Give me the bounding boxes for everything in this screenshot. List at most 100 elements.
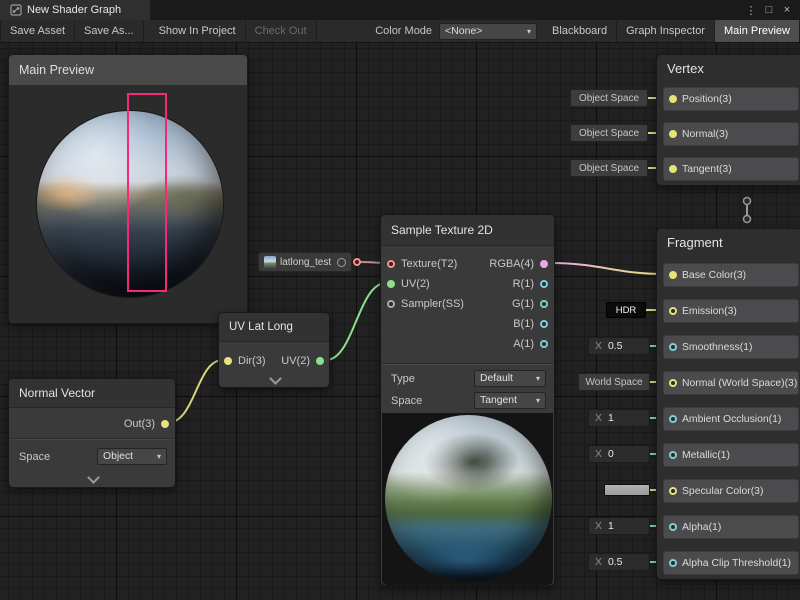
main-preview-button[interactable]: Main Preview — [715, 20, 800, 42]
graph-inspector-button[interactable]: Graph Inspector — [617, 20, 715, 42]
block-emission[interactable]: Emission(3) — [663, 299, 799, 323]
uv-lat-long-title[interactable]: UV Lat Long — [219, 313, 329, 342]
block-metallic[interactable]: Metallic(1) — [663, 443, 799, 467]
port-b-icon[interactable] — [540, 320, 548, 328]
main-preview-header[interactable]: Main Preview — [9, 55, 247, 85]
output-out[interactable]: Out(3) — [124, 414, 169, 434]
vertex-node-title[interactable]: Vertex — [657, 55, 800, 83]
alpha-field[interactable]: X 1 — [588, 517, 650, 535]
port-a-icon[interactable] — [540, 340, 548, 348]
input-uv[interactable]: UV(2) — [387, 274, 430, 294]
port-texture-icon[interactable] — [387, 260, 395, 268]
output-r[interactable]: R(1) — [513, 274, 548, 294]
collapse-chevron-icon[interactable] — [87, 473, 99, 483]
main-preview-panel: Main Preview — [8, 54, 248, 324]
emission-hdr-badge[interactable]: HDR — [606, 302, 646, 318]
space-dropdown[interactable]: Tangent — [474, 392, 546, 409]
close-icon[interactable]: × — [780, 4, 794, 16]
port-position-icon[interactable] — [669, 95, 677, 103]
color-mode-value: <None> — [445, 25, 482, 37]
port-metallic-icon[interactable] — [669, 451, 677, 459]
port-base-color-icon[interactable] — [669, 271, 677, 279]
show-in-project-button[interactable]: Show In Project — [150, 20, 246, 42]
output-g[interactable]: G(1) — [512, 294, 548, 314]
output-uv[interactable]: UV(2) — [281, 351, 324, 371]
block-tangent[interactable]: Tangent(3) — [663, 157, 799, 181]
shader-graph-icon — [10, 4, 22, 16]
vertex-node[interactable]: Vertex Position(3) Normal(3) Tangent(3) — [656, 54, 800, 186]
texture-asset-node[interactable]: latlong_test — [258, 252, 352, 272]
check-out-button[interactable]: Check Out — [246, 20, 317, 42]
input-dir[interactable]: Dir(3) — [224, 351, 266, 371]
output-a[interactable]: A(1) — [513, 334, 548, 354]
port-alpha-icon[interactable] — [669, 523, 677, 531]
metallic-field[interactable]: X 0 — [588, 445, 650, 463]
alpha-clip-field[interactable]: X 0.5 — [588, 553, 650, 571]
block-alpha-clip[interactable]: Alpha Clip Threshold(1) — [663, 551, 799, 575]
port-normal-ws-icon[interactable] — [669, 379, 677, 387]
block-normal[interactable]: Normal(3) — [663, 122, 799, 146]
sample-texture-node-title[interactable]: Sample Texture 2D — [381, 215, 554, 246]
port-normal-icon[interactable] — [669, 130, 677, 138]
block-base-color[interactable]: Base Color(3) — [663, 263, 799, 287]
fragment-node-title[interactable]: Fragment — [657, 229, 800, 257]
port-alpha-clip-icon[interactable] — [669, 559, 677, 567]
sample-texture-preview — [382, 413, 553, 585]
save-as-button[interactable]: Save As... — [75, 20, 144, 42]
blackboard-button[interactable]: Blackboard — [543, 20, 617, 42]
sample-texture-preview-sphere — [385, 415, 552, 582]
binding-pill-normal-space[interactable]: Object Space — [570, 124, 648, 142]
port-uv-in-icon[interactable] — [387, 280, 395, 288]
window-controls: ⋮ □ × — [744, 0, 800, 20]
block-position[interactable]: Position(3) — [663, 87, 799, 111]
block-specular-color[interactable]: Specular Color(3) — [663, 479, 799, 503]
binding-pill-position-space[interactable]: Object Space — [570, 89, 648, 107]
port-smoothness-icon[interactable] — [669, 343, 677, 351]
type-dropdown[interactable]: Default — [474, 370, 546, 387]
uv-lat-long-node[interactable]: UV Lat Long Dir(3) UV(2) — [218, 312, 330, 388]
port-specular-color-icon[interactable] — [669, 487, 677, 495]
texture-asset-output-port[interactable] — [353, 258, 361, 266]
node-divider — [10, 438, 174, 440]
save-asset-button[interactable]: Save Asset — [0, 20, 75, 42]
ambient-occlusion-field[interactable]: X 1 — [588, 409, 650, 427]
block-normal-ws[interactable]: Normal (World Space)(3) — [663, 371, 799, 395]
fragment-node[interactable]: Fragment Base Color(3) Emission(3) Smoot… — [656, 228, 800, 580]
input-texture[interactable]: Texture(T2) — [387, 254, 457, 274]
port-dir-icon[interactable] — [224, 357, 232, 365]
normal-vector-title[interactable]: Normal Vector — [9, 379, 175, 408]
smoothness-field[interactable]: X 0.5 — [588, 337, 650, 355]
tab-new-shader-graph[interactable]: New Shader Graph — [0, 0, 150, 20]
binding-pill-tangent-space[interactable]: Object Space — [570, 159, 648, 177]
preview-toggle-icon[interactable] — [337, 258, 346, 267]
normal-vector-node[interactable]: Normal Vector Out(3) Space Object — [8, 378, 176, 488]
port-sampler-icon[interactable] — [387, 300, 395, 308]
output-b[interactable]: B(1) — [513, 314, 548, 334]
specular-color-swatch[interactable] — [604, 484, 650, 496]
title-bar: New Shader Graph ⋮ □ × — [0, 0, 800, 20]
port-out-icon[interactable] — [161, 420, 169, 428]
maximize-icon[interactable]: □ — [762, 4, 776, 16]
port-tangent-icon[interactable] — [669, 165, 677, 173]
selection-rectangle — [127, 93, 167, 292]
port-r-icon[interactable] — [540, 280, 548, 288]
port-uv-out-icon[interactable] — [316, 357, 324, 365]
input-sampler[interactable]: Sampler(SS) — [387, 294, 464, 314]
port-ambient-occlusion-icon[interactable] — [669, 415, 677, 423]
menu-kebab-icon[interactable]: ⋮ — [744, 4, 758, 17]
color-mode-dropdown[interactable]: <None> — [439, 23, 537, 40]
tab-title: New Shader Graph — [27, 4, 121, 16]
space-property-label: Space — [19, 447, 50, 467]
block-alpha[interactable]: Alpha(1) — [663, 515, 799, 539]
texture-asset-name: latlong_test — [280, 257, 331, 268]
normal-space-dropdown[interactable]: Object — [97, 448, 167, 465]
port-rgba-icon[interactable] — [540, 260, 548, 268]
collapse-chevron-icon[interactable] — [269, 374, 281, 384]
output-rgba[interactable]: RGBA(4) — [489, 254, 548, 274]
port-g-icon[interactable] — [540, 300, 548, 308]
block-smoothness[interactable]: Smoothness(1) — [663, 335, 799, 359]
block-ambient-occlusion[interactable]: Ambient Occlusion(1) — [663, 407, 799, 431]
binding-pill-world-space[interactable]: World Space — [578, 373, 650, 391]
sample-texture-2d-node[interactable]: Sample Texture 2D Texture(T2) UV(2) Samp… — [380, 214, 555, 586]
port-emission-icon[interactable] — [669, 307, 677, 315]
